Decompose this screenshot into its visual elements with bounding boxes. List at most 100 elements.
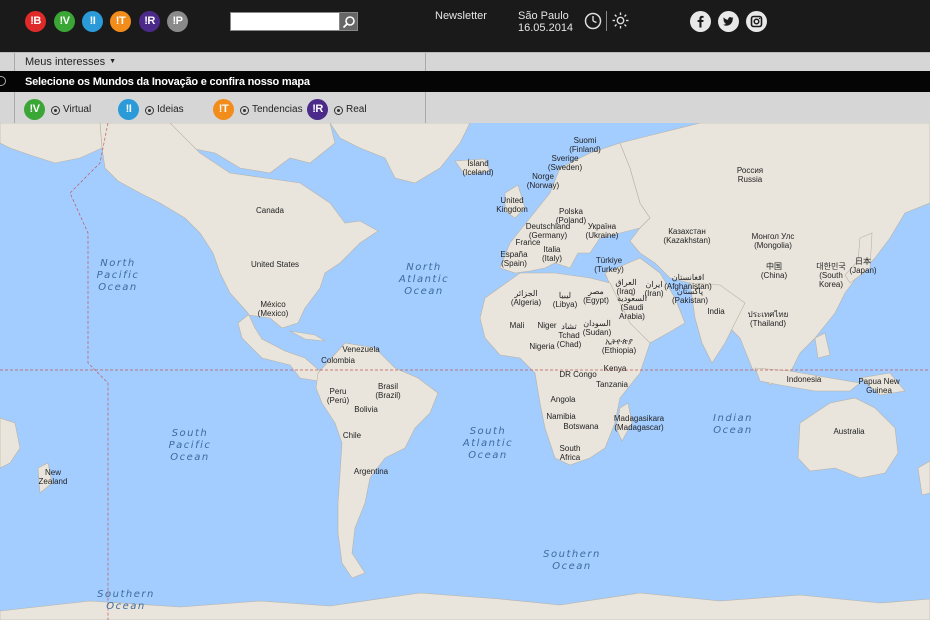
country-label: España (Spain) xyxy=(500,250,528,268)
country-label: Bolivia xyxy=(354,405,378,414)
search-icon xyxy=(342,16,355,29)
country-label: Казахстан (Kazakhstan) xyxy=(663,227,711,245)
country-label: Argentina xyxy=(353,467,389,476)
land-new-zealand-east xyxy=(917,460,930,496)
world-tendencias-radio[interactable] xyxy=(240,106,249,115)
country-label: Niger xyxy=(537,321,557,330)
ocean-label: Southern Ocean xyxy=(97,589,155,612)
country-label: الجزائر (Algeria) xyxy=(510,289,542,307)
country-label: DR Congo xyxy=(559,370,597,379)
ocean-label: Indian Ocean xyxy=(713,413,753,436)
country-label: Kenya xyxy=(603,364,627,373)
interests-dropdown[interactable]: Meus interesses ▼ xyxy=(25,56,116,68)
country-label: تشاد Tchad (Chad) xyxy=(556,322,582,349)
country-label: Venezuela xyxy=(342,345,380,354)
brand-t-logo[interactable]: !T xyxy=(110,11,131,32)
world-ideias-radio[interactable] xyxy=(145,106,154,115)
banner-text: Selecione os Mundos da Inovação e confir… xyxy=(25,76,310,88)
country-label: ليبيا (Libya) xyxy=(552,291,578,309)
instagram-button[interactable] xyxy=(746,11,767,32)
country-label: Peru (Perú) xyxy=(326,387,350,405)
bar-cell xyxy=(0,53,15,71)
country-label: South Africa xyxy=(559,444,581,462)
world-ideias-label[interactable]: Ideias xyxy=(157,104,184,115)
country-label: Australia xyxy=(833,427,865,436)
interests-bar: Meus interesses ▼ xyxy=(0,52,930,71)
worlds-filter-bar: !V Virtual !I Ideias !T Tendencias !R Re… xyxy=(0,92,930,123)
ocean-label: North Pacific Ocean xyxy=(96,258,140,293)
world-real-logo: !R xyxy=(307,99,328,120)
country-label: Chile xyxy=(342,431,362,440)
brand-p-logo[interactable]: !P xyxy=(167,11,188,32)
instagram-icon xyxy=(750,15,763,28)
brand-i-logo[interactable]: !I xyxy=(82,11,103,32)
land-philippines xyxy=(814,332,831,359)
country-label: Sverige (Sweden) xyxy=(547,154,583,172)
country-label: 日本 (Japan) xyxy=(849,257,877,275)
world-tendencias-logo: !T xyxy=(213,99,234,120)
country-label: Türkiye (Turkey) xyxy=(594,256,624,274)
caret-down-icon: ▼ xyxy=(109,58,117,65)
country-label: Ísland (Iceland) xyxy=(462,159,494,177)
country-label: السودان (Sudan) xyxy=(582,319,612,337)
country-label: Россия Russia xyxy=(736,166,764,184)
country-label: Colombia xyxy=(321,356,355,365)
world-virtual-logo: !V xyxy=(24,99,45,120)
circle-icon xyxy=(0,76,6,86)
brand-b-logo[interactable]: !B xyxy=(25,11,46,32)
country-label: Brasil (Brazil) xyxy=(375,382,401,400)
current-date: 16.05.2014 xyxy=(518,22,574,34)
country-label: Nigeria xyxy=(529,342,555,351)
country-label: New Zealand xyxy=(38,468,68,486)
country-label: Indonesia xyxy=(786,375,822,384)
land-greenland xyxy=(329,123,471,184)
facebook-button[interactable] xyxy=(690,11,711,32)
world-map[interactable]: Ísland (Iceland) Suomi (Finland) Sverige (S… xyxy=(0,123,930,620)
country-label: Suomi (Finland) xyxy=(569,136,601,154)
country-label: Mali xyxy=(509,321,525,330)
country-label: Tanzania xyxy=(595,380,629,389)
clock-icon xyxy=(584,12,602,30)
country-label: ประเทศไทย (Thailand) xyxy=(747,310,789,328)
world-tendencias-label[interactable]: Tendencias xyxy=(252,104,303,115)
country-label: Namibia xyxy=(546,412,576,421)
bar-cell xyxy=(0,92,15,123)
worlds-banner: Selecione os Mundos da Inovação e confir… xyxy=(0,71,930,92)
search-input[interactable] xyxy=(230,12,340,31)
country-label: Norge (Norway) xyxy=(526,172,560,190)
country-label: India xyxy=(707,307,725,316)
world-virtual-label[interactable]: Virtual xyxy=(63,104,91,115)
country-label: United Kingdom xyxy=(496,196,528,214)
world-ideias-logo: !I xyxy=(118,99,139,120)
map-land xyxy=(0,123,930,620)
interests-label: Meus interesses xyxy=(25,56,106,68)
land-australia xyxy=(797,397,899,479)
country-label: México (Mexico) xyxy=(257,300,289,318)
ocean-label: South Pacific Ocean xyxy=(168,428,212,463)
country-label: السعودية (Saudi Arabia) xyxy=(617,294,647,321)
sun-icon xyxy=(612,12,629,29)
land-alaska xyxy=(0,123,103,164)
land-australia-west-edge xyxy=(0,417,21,469)
ocean-label: South Atlantic Ocean xyxy=(462,426,514,461)
brand-v-logo[interactable]: !V xyxy=(54,11,75,32)
ocean-label: North Atlantic Ocean xyxy=(398,262,450,297)
country-label: 中国 (China) xyxy=(760,262,788,280)
country-label: مصر (Egypt) xyxy=(583,287,609,305)
newsletter-link[interactable]: Newsletter xyxy=(435,10,487,22)
country-label: Italia (Italy) xyxy=(542,245,562,263)
world-virtual-radio[interactable] xyxy=(51,106,60,115)
country-label: Botswana xyxy=(563,422,599,431)
world-real-label[interactable]: Real xyxy=(346,104,367,115)
page: !B !V !I !T !R !P Newsletter São Paulo 1… xyxy=(0,0,930,620)
twitter-button[interactable] xyxy=(718,11,739,32)
world-real-radio[interactable] xyxy=(334,106,343,115)
country-label: Монгол Улс (Mongolia) xyxy=(751,232,795,250)
brand-r-logo[interactable]: !R xyxy=(139,11,160,32)
search-button[interactable] xyxy=(339,12,358,31)
country-label: Angola xyxy=(550,395,576,404)
country-label: France xyxy=(515,238,541,247)
country-label: 대한민국 (South Korea) xyxy=(816,262,846,289)
land-asia xyxy=(619,123,930,386)
top-bar: !B !V !I !T !R !P Newsletter São Paulo 1… xyxy=(0,0,930,52)
